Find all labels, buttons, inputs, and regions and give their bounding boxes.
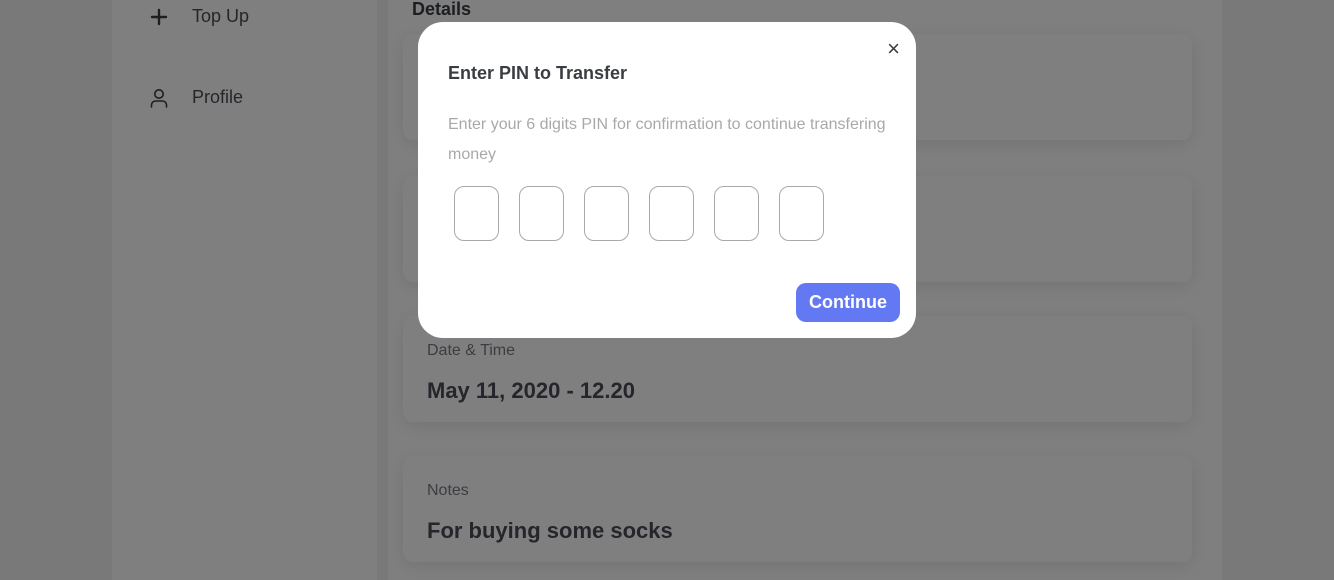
pin-digit-input[interactable]: [454, 186, 499, 241]
pin-digit-input[interactable]: [714, 186, 759, 241]
modal-description: Enter your 6 digits PIN for confirmation…: [448, 116, 886, 163]
continue-button[interactable]: Continue: [796, 283, 900, 322]
close-icon[interactable]: ×: [887, 38, 900, 60]
pin-digit-input[interactable]: [649, 186, 694, 241]
pin-modal: × Enter PIN to Transfer Enter your 6 dig…: [418, 22, 916, 338]
pin-digit-input[interactable]: [779, 186, 824, 241]
modal-title: Enter PIN to Transfer: [448, 63, 628, 83]
pin-input-group: [454, 186, 824, 241]
pin-digit-input[interactable]: [584, 186, 629, 241]
pin-digit-input[interactable]: [519, 186, 564, 241]
